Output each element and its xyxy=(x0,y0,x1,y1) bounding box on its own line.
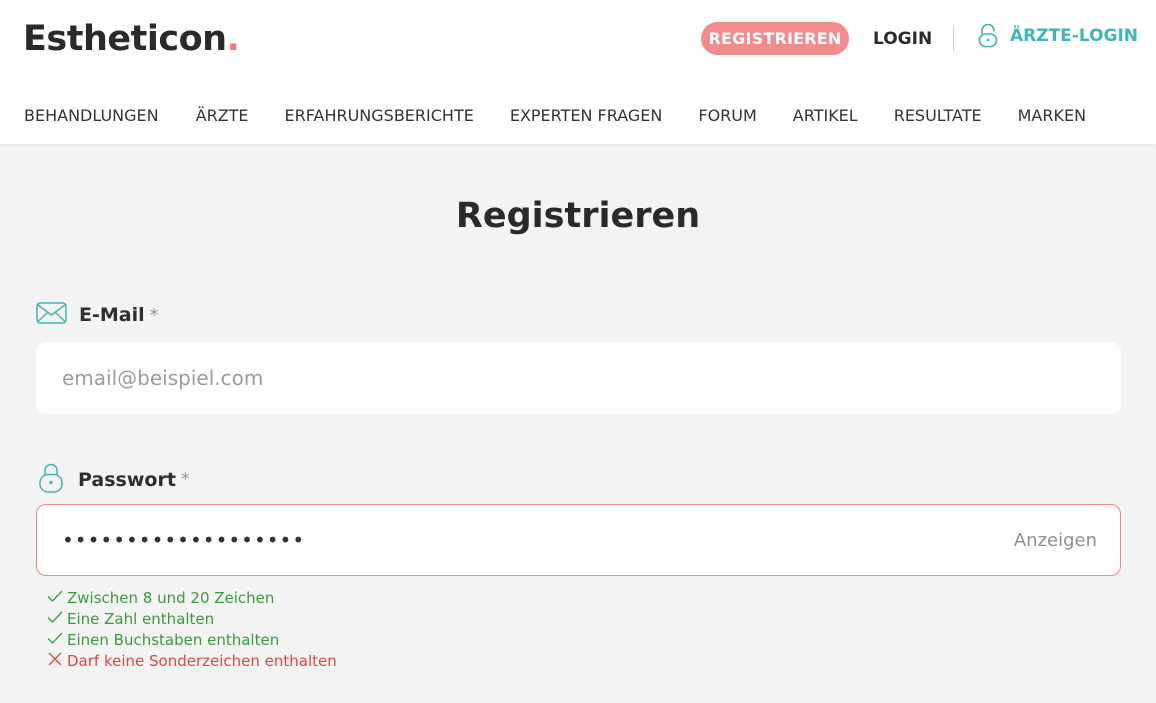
nav-item-aerzte[interactable]: ÄRZTE xyxy=(196,104,249,128)
email-field[interactable]: email@beispiel.com xyxy=(36,342,1121,414)
register-button[interactable]: REGISTRIEREN xyxy=(701,22,849,55)
logo[interactable]: Estheticon. xyxy=(23,18,240,60)
nav-item-resultate[interactable]: RESULTATE xyxy=(894,104,982,128)
email-placeholder: email@beispiel.com xyxy=(62,366,264,390)
rule-text: Zwischen 8 und 20 Zeichen xyxy=(67,589,275,607)
logo-dot: . xyxy=(226,19,240,59)
login-link[interactable]: LOGIN xyxy=(873,28,932,50)
show-password-button[interactable]: Anzeigen xyxy=(1014,529,1097,553)
cross-icon xyxy=(47,651,67,672)
doctor-login-label: ÄRZTE-LOGIN xyxy=(1010,26,1139,46)
check-icon xyxy=(47,609,67,630)
rule-number: Eine Zahl enthalten xyxy=(47,609,337,630)
nav-item-behandlungen[interactable]: BEHANDLUNGEN xyxy=(24,104,159,128)
password-label: Passwort * xyxy=(36,462,190,497)
nav-item-erfahrungsberichte[interactable]: ERFAHRUNGSBERICHTE xyxy=(285,104,474,128)
password-masked-value: ••••••••••••••••••• xyxy=(62,528,306,552)
email-label: E-Mail * xyxy=(36,301,159,329)
doctor-login-link[interactable]: ÄRZTE-LOGIN xyxy=(978,24,1138,48)
page-title: Registrieren xyxy=(455,196,701,236)
required-mark: * xyxy=(180,469,190,490)
nav-item-marken[interactable]: MARKEN xyxy=(1018,104,1086,128)
check-icon xyxy=(47,630,67,651)
site-header: Estheticon. REGISTRIEREN LOGIN ÄRZTE-LOG… xyxy=(0,0,1156,144)
rule-text: Eine Zahl enthalten xyxy=(67,610,215,628)
rule-length: Zwischen 8 und 20 Zeichen xyxy=(47,588,337,609)
password-rules: Zwischen 8 und 20 Zeichen Eine Zahl enth… xyxy=(47,588,337,672)
logo-text: Estheticon xyxy=(23,19,227,59)
password-field[interactable]: ••••••••••••••••••• Anzeigen xyxy=(36,504,1121,576)
email-label-text: E-Mail xyxy=(79,304,145,326)
nav-item-experten-fragen[interactable]: EXPERTEN FRAGEN xyxy=(510,104,663,128)
nav-item-forum[interactable]: FORUM xyxy=(698,104,756,128)
rule-text: Darf keine Sonderzeichen enthalten xyxy=(67,652,337,670)
envelope-icon xyxy=(36,301,67,329)
required-mark: * xyxy=(149,304,159,326)
check-icon xyxy=(47,588,67,609)
password-label-text: Passwort xyxy=(78,468,176,491)
rule-special-chars: Darf keine Sonderzeichen enthalten xyxy=(47,651,337,672)
rule-text: Einen Buchstaben enthalten xyxy=(67,631,280,649)
header-divider xyxy=(953,25,954,51)
lock-icon xyxy=(36,462,66,497)
rule-letter: Einen Buchstaben enthalten xyxy=(47,630,337,651)
main-nav: BEHANDLUNGEN ÄRZTE ERFAHRUNGSBERICHTE EX… xyxy=(24,104,1086,128)
nav-item-artikel[interactable]: ARTIKEL xyxy=(793,104,858,128)
unlock-icon xyxy=(978,24,998,48)
